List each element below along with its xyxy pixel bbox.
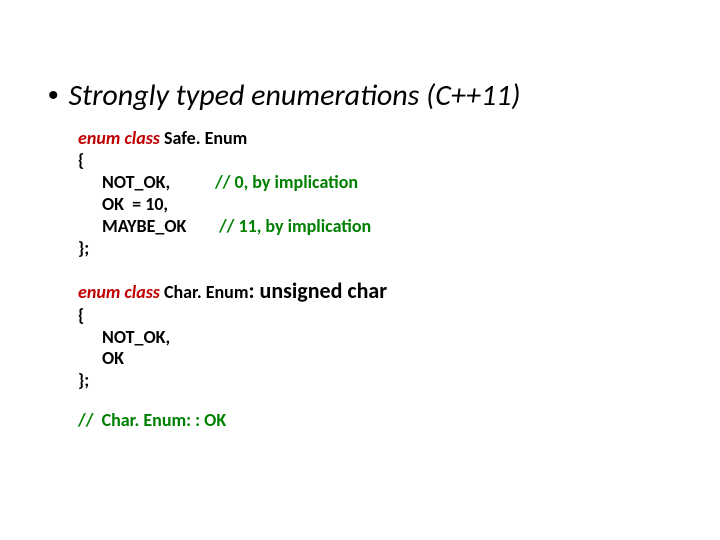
identifier: Char. Enum — [160, 281, 249, 303]
code-line: enum class Safe. Enum — [78, 128, 720, 150]
code-comment: // 0, by implication — [215, 171, 358, 193]
code-line: }; — [78, 238, 720, 260]
keyword: enum class — [78, 127, 160, 149]
code-text: MAYBE_OK — [102, 215, 219, 237]
identifier: Safe. Enum — [160, 127, 247, 149]
spacer — [78, 260, 720, 278]
code-comment: // 11, by implication — [219, 215, 371, 237]
title-row: • Strongly typed enumerations (C++11) — [0, 78, 720, 114]
keyword: enum class — [78, 281, 160, 303]
bullet-icon: • — [48, 78, 59, 114]
code-text: NOT_OK, — [102, 171, 215, 193]
code-line: MAYBE_OK // 11, by implication — [78, 216, 720, 238]
code-line: enum class Char. Enum: unsigned char — [78, 278, 720, 305]
code-line: NOT_OK, — [78, 327, 720, 349]
spacer — [78, 392, 720, 410]
code-line: OK — [78, 348, 720, 370]
code-comment: // Char. Enum: : OK — [78, 410, 720, 432]
code-line: { — [78, 305, 720, 327]
slide-title: Strongly typed enumerations (C++11) — [69, 78, 521, 114]
code-line: OK = 10, — [78, 194, 720, 216]
type-suffix: : unsigned char — [248, 277, 387, 304]
code-line: }; — [78, 370, 720, 392]
code-block: enum class Safe. Enum { NOT_OK, // 0, by… — [0, 114, 720, 432]
code-line: { — [78, 150, 720, 172]
code-line: NOT_OK, // 0, by implication — [78, 172, 720, 194]
slide: • Strongly typed enumerations (C++11) en… — [0, 0, 720, 540]
